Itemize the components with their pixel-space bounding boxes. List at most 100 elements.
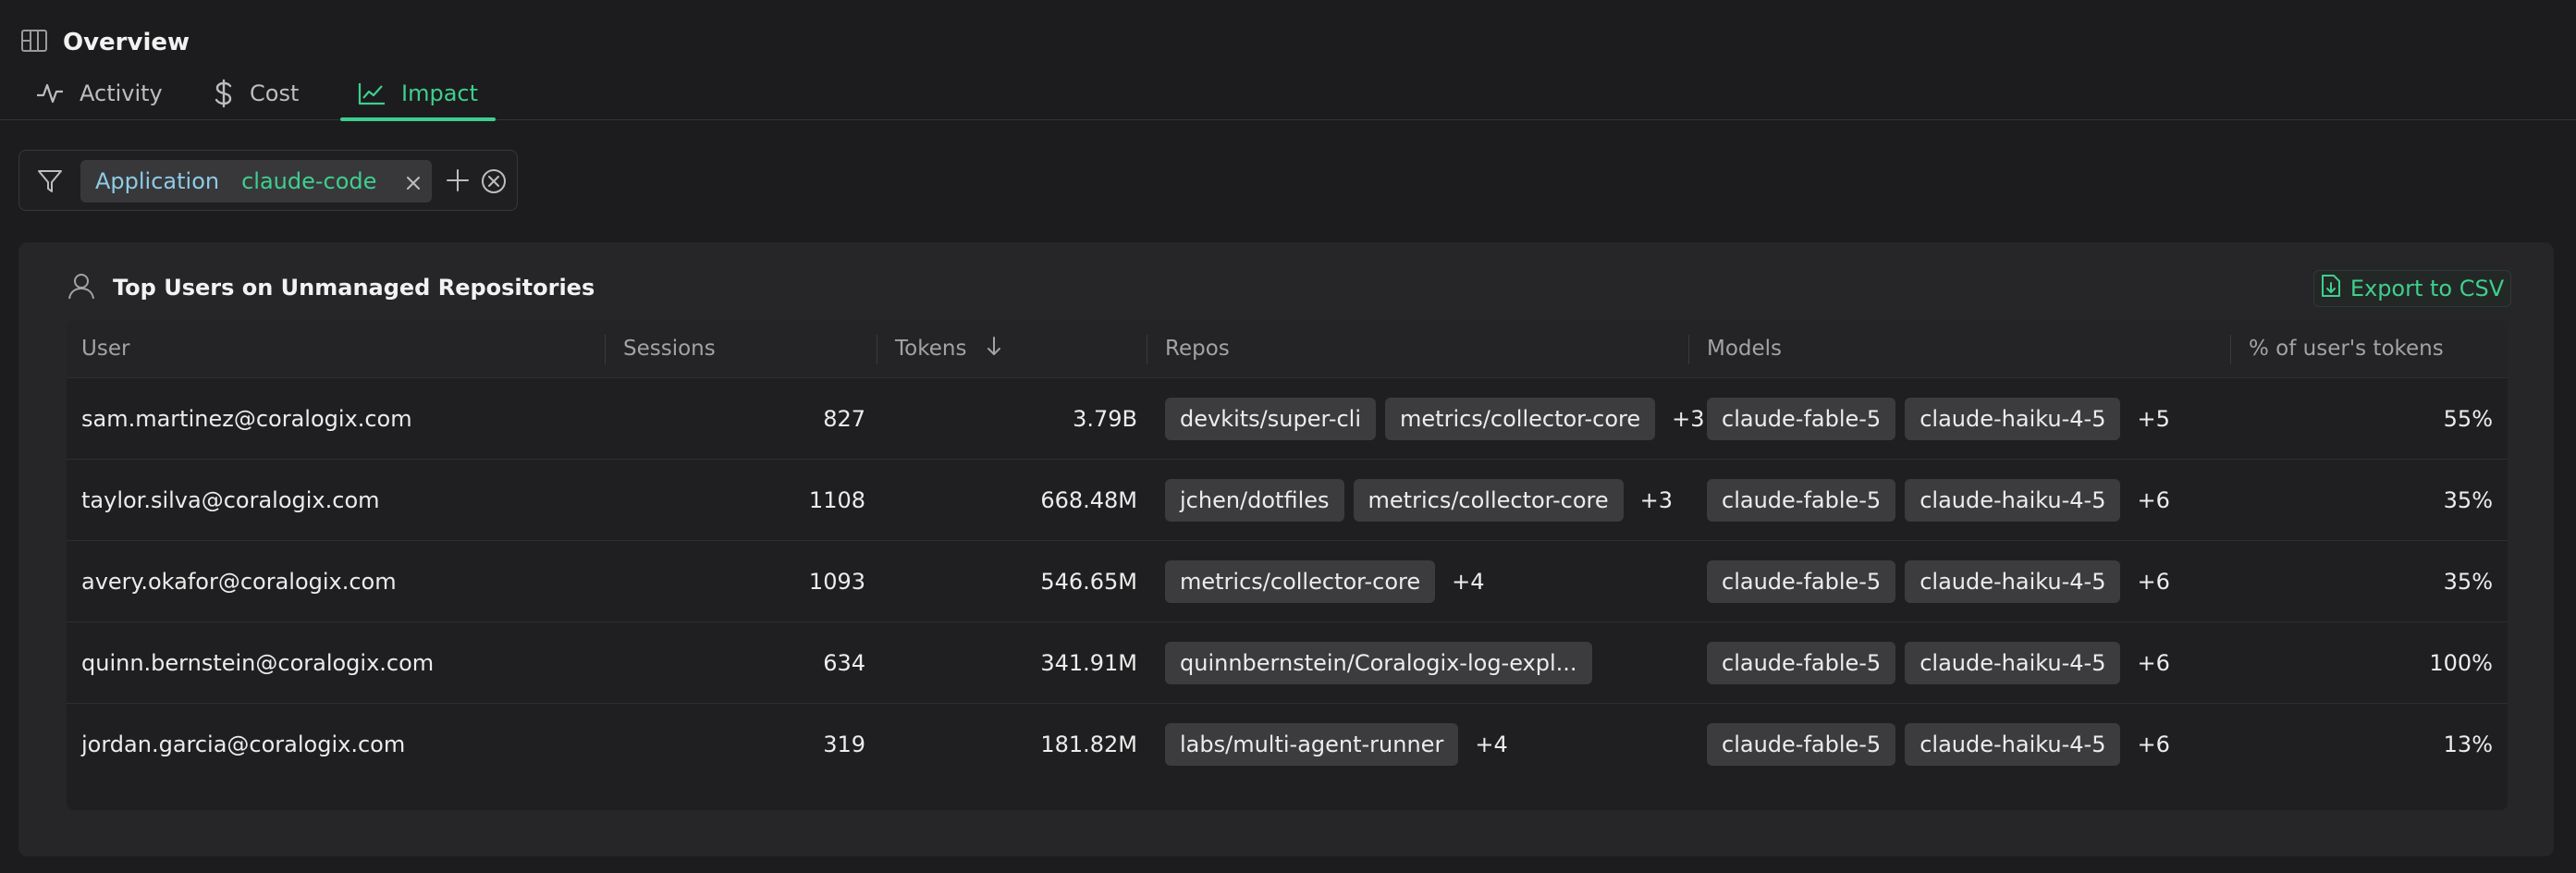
models-more-count[interactable]: +6 (2137, 650, 2169, 676)
model-tag[interactable]: claude-haiku-4-5 (1905, 479, 2121, 522)
column-divider[interactable] (1688, 335, 1689, 364)
page-header: Overview (20, 24, 190, 61)
repos-cell: devkits/super-cli metrics/collector-core… (1165, 378, 1705, 460)
repos-cell: jchen/dotfiles metrics/collector-core +3 (1165, 460, 1673, 541)
model-tag[interactable]: claude-fable-5 (1707, 560, 1896, 603)
tab-label: Activity (80, 80, 163, 106)
repo-tag[interactable]: quinnbernstein/Coralogix-log-expl... (1165, 642, 1592, 684)
column-divider[interactable] (605, 335, 606, 364)
table-row[interactable]: avery.okafor@coralogix.com 1093 546.65M … (67, 540, 2508, 621)
filter-chip-application[interactable]: Application claude-code (80, 160, 432, 203)
repo-tag[interactable]: metrics/collector-core (1165, 560, 1436, 603)
repos-cell: quinnbernstein/Coralogix-log-expl... (1165, 622, 1601, 704)
export-label: Export to CSV (2349, 276, 2505, 301)
sessions-value: 1108 (808, 487, 865, 513)
table-row[interactable]: taylor.silva@coralogix.com 1108 668.48M … (67, 459, 2508, 540)
models-more-count[interactable]: +6 (2137, 487, 2169, 513)
models-cell: claude-fable-5 claude-haiku-4-5 +5 (1707, 378, 2170, 460)
repo-tag[interactable]: metrics/collector-core (1353, 479, 1624, 522)
repos-cell: labs/multi-agent-runner +4 (1165, 704, 1508, 785)
filter-icon[interactable] (36, 167, 64, 199)
model-tag[interactable]: claude-fable-5 (1707, 479, 1896, 522)
user-email: quinn.bernstein@coralogix.com (81, 650, 435, 676)
pct-tokens-value: 13% (2443, 732, 2493, 757)
repo-tag[interactable]: jchen/dotfiles (1165, 479, 1344, 522)
model-tag[interactable]: claude-fable-5 (1707, 398, 1896, 440)
panel-icon (20, 29, 48, 56)
user-email: avery.okafor@coralogix.com (81, 569, 397, 595)
tab-bar: Activity Cost Impact (0, 67, 2576, 121)
model-tag[interactable]: claude-haiku-4-5 (1905, 642, 2121, 684)
models-cell: claude-fable-5 claude-haiku-4-5 +6 (1707, 541, 2170, 622)
table-header: User Sessions Tokens Repos Models % of u… (67, 320, 2508, 377)
user-email: jordan.garcia@coralogix.com (81, 732, 406, 757)
clear-filters-icon[interactable] (480, 167, 508, 199)
table-row[interactable]: jordan.garcia@coralogix.com 319 181.82M … (67, 703, 2508, 784)
column-label: Sessions (623, 337, 716, 361)
models-cell: claude-fable-5 claude-haiku-4-5 +6 (1707, 622, 2170, 704)
sessions-value: 319 (823, 732, 865, 757)
user-icon (67, 271, 96, 304)
model-tag[interactable]: claude-haiku-4-5 (1905, 560, 2121, 603)
model-tag[interactable]: claude-haiku-4-5 (1905, 398, 2121, 440)
model-tag[interactable]: claude-fable-5 (1707, 723, 1896, 766)
table-row[interactable]: sam.martinez@coralogix.com 827 3.79B dev… (67, 377, 2508, 459)
pct-tokens-value: 35% (2443, 569, 2493, 595)
tokens-value: 181.82M (1040, 732, 1137, 757)
column-label: Repos (1165, 337, 1230, 361)
models-cell: claude-fable-5 claude-haiku-4-5 +6 (1707, 704, 2170, 785)
activity-icon (35, 80, 65, 106)
add-filter-button[interactable] (445, 167, 471, 197)
repos-more-count[interactable]: +3 (1672, 406, 1704, 432)
column-header-pct-tokens[interactable]: % of user's tokens (2249, 320, 2444, 377)
filter-value: claude-code (241, 168, 377, 194)
repo-tag[interactable]: metrics/collector-core (1385, 398, 1656, 440)
repos-more-count[interactable]: +3 (1640, 487, 1673, 513)
tokens-value: 546.65M (1040, 569, 1137, 595)
filter-bar: Application claude-code (18, 150, 518, 211)
repo-tag[interactable]: devkits/super-cli (1165, 398, 1377, 440)
sessions-value: 1093 (808, 569, 865, 595)
pct-tokens-value: 55% (2443, 406, 2493, 432)
model-tag[interactable]: claude-fable-5 (1707, 642, 1896, 684)
page-title: Overview (63, 29, 190, 56)
table-row[interactable]: quinn.bernstein@coralogix.com 634 341.91… (67, 621, 2508, 703)
dollar-icon (213, 79, 235, 108)
column-header-sessions[interactable]: Sessions (623, 320, 716, 377)
tab-impact[interactable]: Impact (340, 67, 496, 121)
repos-cell: metrics/collector-core +4 (1165, 541, 1485, 622)
users-table: User Sessions Tokens Repos Models % of u… (67, 320, 2508, 810)
tab-cost[interactable]: Cost (213, 67, 299, 120)
column-header-user[interactable]: User (81, 320, 129, 377)
models-more-count[interactable]: +5 (2137, 406, 2169, 432)
download-file-icon (2321, 273, 2341, 304)
models-more-count[interactable]: +6 (2137, 732, 2169, 757)
column-label: % of user's tokens (2249, 337, 2444, 361)
pct-tokens-value: 35% (2443, 487, 2493, 513)
user-email: taylor.silva@coralogix.com (81, 487, 380, 513)
tab-activity[interactable]: Activity (35, 67, 163, 120)
model-tag[interactable]: claude-haiku-4-5 (1905, 723, 2121, 766)
column-header-models[interactable]: Models (1707, 320, 1782, 377)
export-csv-button[interactable]: Export to CSV (2313, 270, 2511, 307)
repo-tag[interactable]: labs/multi-agent-runner (1165, 723, 1459, 766)
chart-line-icon (357, 80, 386, 106)
user-email: sam.martinez@coralogix.com (81, 406, 412, 432)
column-divider[interactable] (2230, 335, 2231, 364)
panel-title: Top Users on Unmanaged Repositories (113, 275, 595, 301)
column-header-tokens[interactable]: Tokens (895, 320, 1003, 377)
column-header-repos[interactable]: Repos (1165, 320, 1230, 377)
repos-more-count[interactable]: +4 (1475, 732, 1507, 757)
tokens-value: 668.48M (1040, 487, 1137, 513)
column-label: User (81, 337, 130, 361)
tokens-value: 3.79B (1073, 406, 1137, 432)
tab-label: Cost (250, 80, 300, 106)
top-users-panel: Top Users on Unmanaged Repositories Expo… (18, 242, 2554, 856)
repos-more-count[interactable]: +4 (1452, 569, 1484, 595)
column-label: Models (1707, 337, 1783, 361)
panel-header: Top Users on Unmanaged Repositories (67, 272, 595, 303)
filter-key: Application (95, 168, 220, 194)
sessions-value: 634 (823, 650, 865, 676)
models-more-count[interactable]: +6 (2137, 569, 2169, 595)
close-icon[interactable] (404, 172, 423, 198)
